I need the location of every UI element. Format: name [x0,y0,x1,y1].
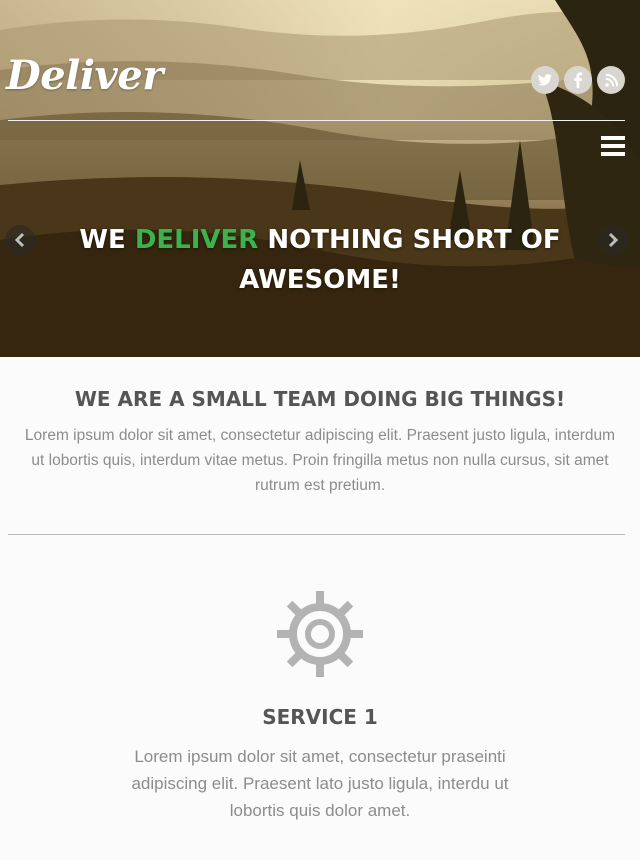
headline-accent: DELIVER [134,225,259,255]
header-divider [8,120,625,121]
twitter-icon[interactable] [531,66,559,94]
headline-after: NOTHING SHORT OF AWESOME! [239,225,561,295]
hero-headline: WE DELIVER NOTHING SHORT OF AWESOME! [60,220,580,300]
section-divider [8,534,625,535]
headline-before: WE [79,225,135,255]
intro-title: WE ARE A SMALL TEAM DOING BIG THINGS! [74,387,566,411]
service-title: SERVICE 1 [262,705,378,729]
intro-text: Lorem ipsum dolor sit amet, consectetur … [24,427,616,494]
chevron-right-icon [608,232,619,248]
brand-logo[interactable]: Deliver [6,52,163,99]
hamburger-menu-icon[interactable] [601,136,625,156]
gear-icon [275,589,365,679]
hero-slider: Deliver WE DELIVER NOTHING SHORT OF AWES… [0,0,640,357]
slider-next-button[interactable] [598,225,628,255]
service-text: Lorem ipsum dolor sit amet, consectetur … [131,747,509,820]
rss-icon[interactable] [597,66,625,94]
social-links [531,66,625,94]
slider-prev-button[interactable] [5,225,35,255]
service-item: SERVICE 1 Lorem ipsum dolor sit amet, co… [0,589,640,824]
intro-section: WE ARE A SMALL TEAM DOING BIG THINGS! Lo… [0,387,640,498]
chevron-left-icon [14,232,25,248]
facebook-icon[interactable] [564,66,592,94]
